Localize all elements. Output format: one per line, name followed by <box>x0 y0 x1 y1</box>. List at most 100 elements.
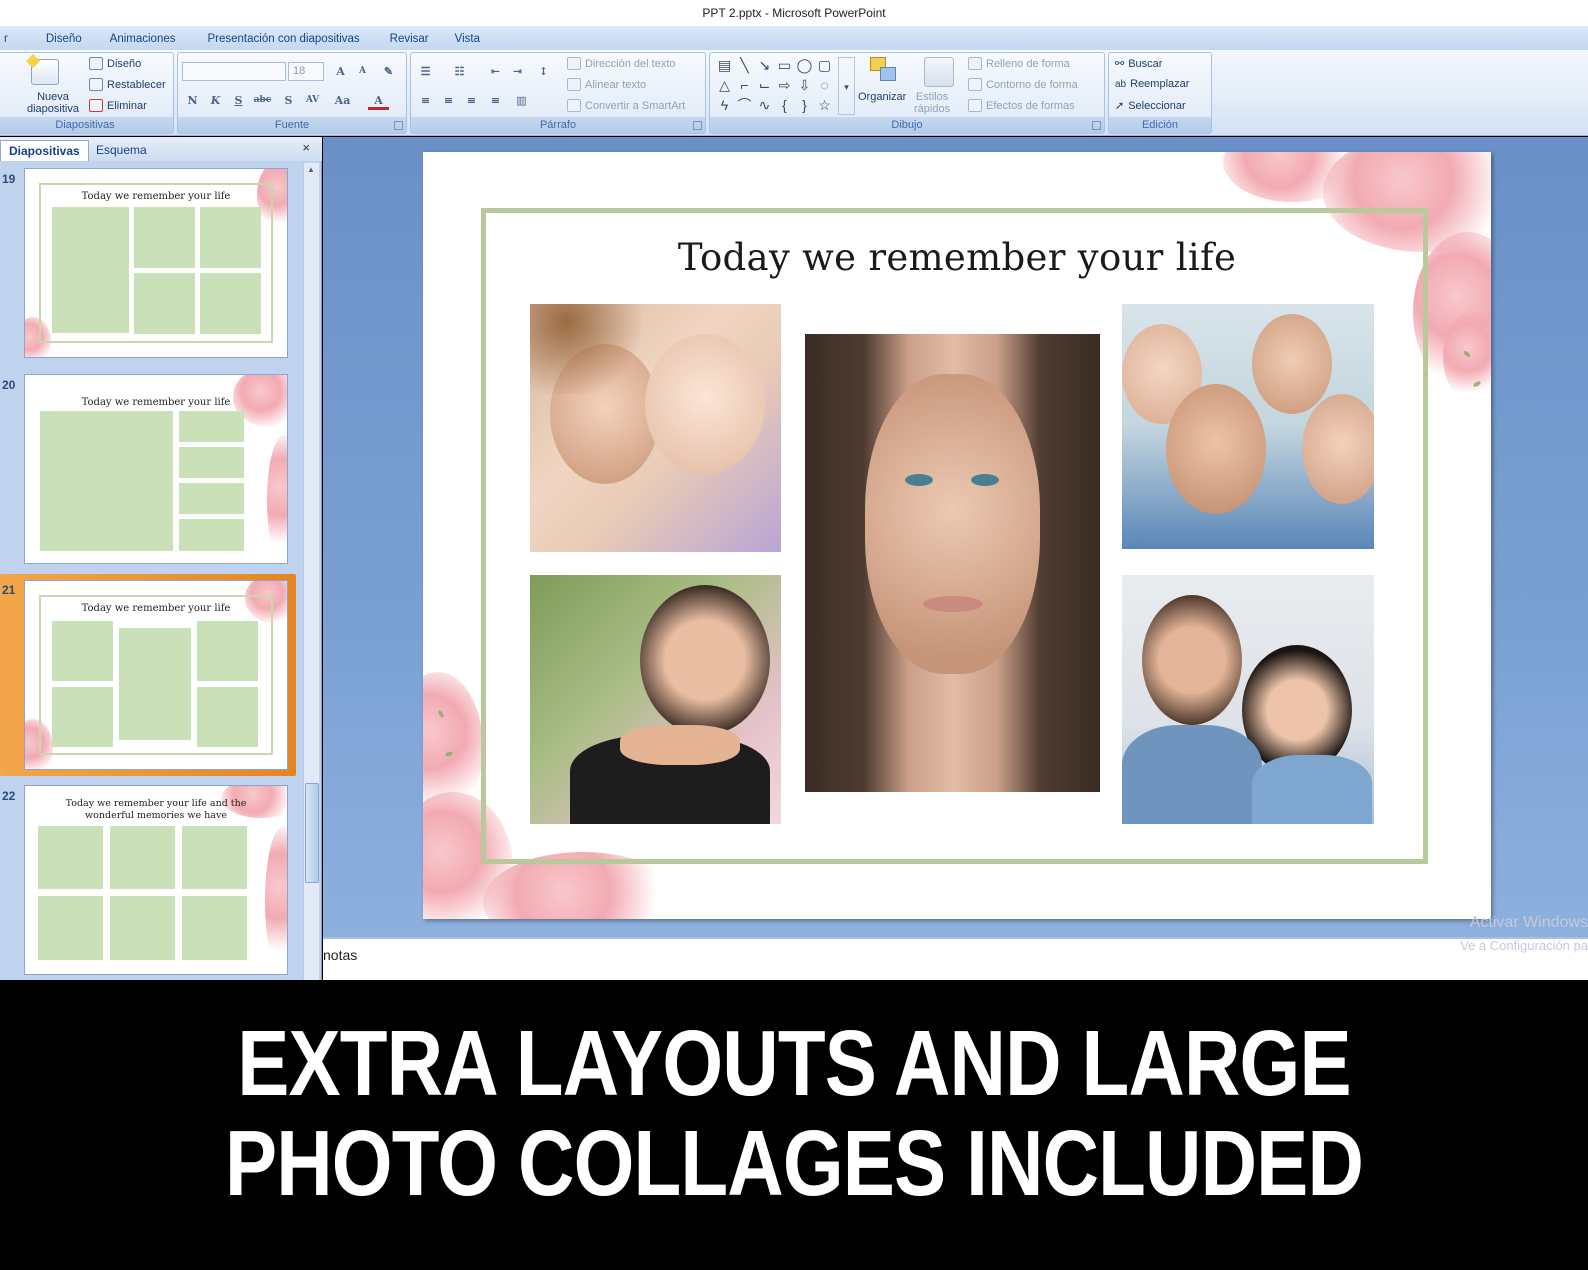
elbow-shape-icon[interactable]: ⌐ <box>736 77 753 94</box>
align-text-button[interactable]: Alinear texto <box>567 78 646 91</box>
family-photo[interactable] <box>1122 304 1374 549</box>
tab-vista[interactable]: Vista <box>443 33 494 50</box>
panel-scrollbar[interactable]: ▲ <box>303 163 319 993</box>
numbering-icon[interactable]: ☷ <box>449 62 470 81</box>
find-button[interactable]: ⚯ Buscar <box>1115 57 1163 71</box>
notes-pane[interactable]: notas <box>323 937 1588 980</box>
group-editing-label: Edición <box>1109 117 1211 133</box>
delete-button[interactable]: Eliminar <box>89 99 147 112</box>
right-arrow-shape-icon[interactable]: ⇨ <box>776 77 793 94</box>
text-direction-button[interactable]: Dirección del texto <box>567 57 676 70</box>
freeform-shape-icon[interactable]: ◌ <box>816 77 833 94</box>
italic-icon[interactable]: K <box>205 91 226 110</box>
shape-effects-button[interactable]: Efectos de formas <box>968 99 1075 112</box>
arrange-button[interactable]: Organizar <box>858 91 906 103</box>
slide-number: 19 <box>2 172 16 186</box>
grow-font-icon[interactable]: A <box>330 62 351 81</box>
scroll-thumb[interactable] <box>305 783 319 883</box>
tab-diseno[interactable]: Diseño <box>32 33 96 50</box>
quick-styles-icon <box>924 57 954 87</box>
tab-animaciones[interactable]: Animaciones <box>96 33 190 50</box>
tab-outline[interactable]: Esquema <box>88 140 155 161</box>
rectangle-shape-icon[interactable]: ▭ <box>776 57 793 74</box>
line-shape-icon[interactable]: ╲ <box>736 57 753 74</box>
align-left-icon[interactable]: ≡ <box>415 91 436 110</box>
font-launcher-icon[interactable] <box>394 121 403 130</box>
strikethrough-icon[interactable]: abc <box>252 91 273 110</box>
shape-outline-button[interactable]: Contorno de forma <box>968 78 1078 91</box>
slide-thumbnail-19[interactable]: Today we remember your life <box>24 168 288 358</box>
clear-format-icon[interactable]: ✎ <box>378 62 399 81</box>
align-center-icon[interactable]: ≡ <box>438 91 459 110</box>
current-slide[interactable]: Today we remember your life <box>423 152 1491 919</box>
select-button[interactable]: ➚ Seleccionar <box>1115 99 1186 113</box>
tab-slides[interactable]: Diapositivas <box>0 140 89 161</box>
slide-title[interactable]: Today we remember your life <box>423 236 1491 279</box>
brace-left-shape-icon[interactable]: { <box>776 97 793 114</box>
tab-insertar[interactable]: r <box>0 33 32 50</box>
arc-shape-icon[interactable]: ⌒ <box>736 97 753 114</box>
shape-fill-button[interactable]: Relleno de forma <box>968 57 1070 70</box>
oval-shape-icon[interactable]: ◯ <box>796 57 813 74</box>
replace-button[interactable]: ab Reemplazar <box>1115 78 1189 90</box>
spacing-icon[interactable]: AV <box>302 91 323 110</box>
slide-thumbnail-22[interactable]: Today we remember your life and the wond… <box>24 785 288 975</box>
woman-portrait-photo[interactable] <box>805 334 1100 792</box>
slide-thumbnail-20[interactable]: Today we remember your life <box>24 374 288 564</box>
smiling-woman-photo[interactable] <box>530 575 781 824</box>
font-color-icon[interactable]: A <box>368 91 389 110</box>
arrow-shape-icon[interactable]: ↘ <box>756 57 773 74</box>
brace-right-shape-icon[interactable]: } <box>796 97 813 114</box>
group-slides-label: Diapositivas <box>0 117 173 133</box>
shadow-icon[interactable]: S <box>278 91 299 110</box>
reset-button[interactable]: Restablecer <box>89 78 166 91</box>
triangle-shape-icon[interactable]: △ <box>716 77 733 94</box>
layout-button[interactable]: Diseño <box>89 57 141 70</box>
delete-icon <box>89 99 103 112</box>
mother-baby-photo[interactable] <box>530 304 781 552</box>
drawing-launcher-icon[interactable] <box>1092 121 1101 130</box>
bullets-icon[interactable]: ☰ <box>415 62 436 81</box>
bold-icon[interactable]: N <box>182 91 203 110</box>
textbox-shape-icon[interactable]: ▤ <box>716 57 733 74</box>
reset-icon <box>89 78 103 91</box>
group-slides: Nueva diapositiva Diseño Restablecer Eli… <box>0 52 174 134</box>
quick-styles-label: Estilos <box>915 91 949 103</box>
paragraph-launcher-icon[interactable] <box>693 121 702 130</box>
font-name-combo[interactable] <box>182 62 286 81</box>
ribbon-tab-strip: r Diseño Animaciones Presentación con di… <box>0 26 1588 50</box>
couple-photo[interactable] <box>1122 575 1374 824</box>
curve-shape-icon[interactable]: ∿ <box>756 97 773 114</box>
photo-placeholder <box>134 273 195 334</box>
increase-indent-icon[interactable]: ⇥ <box>507 62 528 81</box>
scroll-up-icon[interactable]: ▲ <box>307 165 315 174</box>
rounded-rect-shape-icon[interactable]: ▢ <box>816 57 833 74</box>
line-spacing-icon[interactable]: ↕ <box>533 62 554 81</box>
tab-revisar[interactable]: Revisar <box>374 33 443 50</box>
case-icon[interactable]: Aa <box>332 91 353 110</box>
find-label: Buscar <box>1128 57 1163 70</box>
quick-styles-button[interactable]: Estilos rápidos <box>914 91 950 115</box>
connector-shape-icon[interactable]: ⌙ <box>756 77 773 94</box>
align-right-icon[interactable]: ≡ <box>461 91 482 110</box>
lightning-shape-icon[interactable]: ϟ <box>716 97 733 114</box>
shape-outline-label: Contorno de forma <box>986 78 1078 91</box>
shapes-more-icon[interactable]: ▾ <box>838 57 855 115</box>
star-shape-icon[interactable]: ☆ <box>816 97 833 114</box>
justify-icon[interactable]: ≡ <box>485 91 506 110</box>
slide-thumbnail-21[interactable]: Today we remember your life <box>24 580 288 770</box>
columns-icon[interactable]: ▥ <box>511 91 532 110</box>
panel-close-icon[interactable]: × <box>302 140 310 155</box>
decrease-indent-icon[interactable]: ⇤ <box>485 62 506 81</box>
new-slide-button[interactable]: Nueva diapositiva <box>27 91 79 115</box>
shrink-font-icon[interactable]: A <box>352 62 373 81</box>
photo-placeholder <box>182 896 247 960</box>
underline-icon[interactable]: S <box>228 91 249 110</box>
smartart-button[interactable]: Convertir a SmartArt <box>567 99 685 112</box>
thumb-title: Today we remember your life <box>81 191 231 202</box>
window-title-bar: PPT 2.pptx - Microsoft PowerPoint <box>0 0 1588 26</box>
down-arrow-shape-icon[interactable]: ⇩ <box>796 77 813 94</box>
photo-placeholder <box>179 411 244 442</box>
tab-presentacion[interactable]: Presentación con diapositivas <box>190 33 374 50</box>
font-size-combo[interactable]: 18 <box>288 62 324 81</box>
